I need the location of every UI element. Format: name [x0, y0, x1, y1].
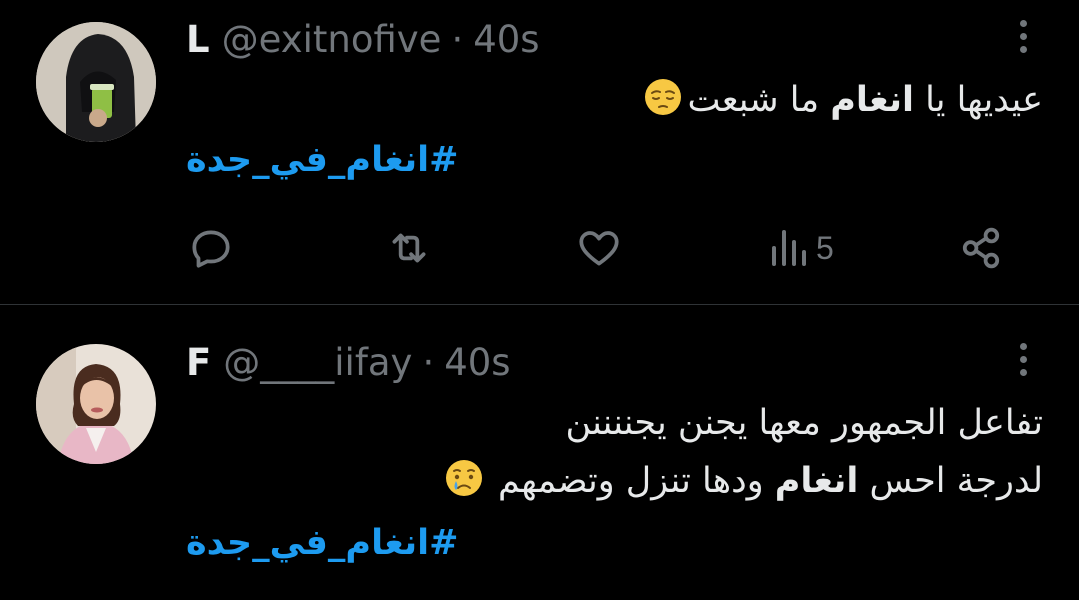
views-count: 5: [816, 229, 834, 266]
crying-face-icon: [446, 460, 483, 496]
retweet-button[interactable]: [384, 222, 434, 274]
reply-icon: [192, 230, 230, 268]
action-bar: 5: [186, 222, 1016, 274]
tweet-text: تفاعل الجمهور معها يجنن يجننننن لدرجة اح…: [186, 399, 1043, 505]
share-icon: [962, 227, 1000, 269]
tweet-text: عيديها يا انغام ما شبعت: [186, 76, 1043, 124]
pensive-face-icon: [645, 79, 682, 115]
text-line: تفاعل الجمهور معها يجنن يجننننن: [565, 403, 1043, 443]
share-button[interactable]: [956, 222, 1006, 274]
heart-icon: [579, 231, 619, 266]
more-options-icon[interactable]: [1019, 20, 1027, 60]
text-segment: لدرجة احس: [858, 461, 1043, 501]
username[interactable]: @exitnofive: [222, 18, 442, 62]
like-button[interactable]: [574, 222, 624, 274]
avatar[interactable]: [36, 344, 156, 464]
text-bold: انغام: [830, 80, 914, 120]
timestamp[interactable]: 40s: [473, 18, 539, 62]
tweet[interactable]: L @exitnofive · 40s عيديها يا انغام ما ش…: [0, 0, 1079, 305]
display-name[interactable]: F: [186, 341, 211, 385]
retweet-icon: [392, 233, 426, 263]
separator: ·: [422, 341, 435, 384]
tweet-header: F @____iifay · 40s: [186, 341, 511, 385]
hashtag-link[interactable]: #انغام_في_جدة: [186, 519, 458, 567]
timestamp[interactable]: 40s: [444, 341, 510, 385]
more-options-icon[interactable]: [1019, 343, 1027, 383]
avatar[interactable]: [36, 22, 156, 142]
hashtag-link[interactable]: #انغام_في_جدة: [186, 136, 458, 184]
views-chart-icon: [772, 230, 806, 266]
text-segment: ودها تنزل وتضمهم: [498, 461, 775, 501]
tweet-header: L @exitnofive · 40s: [186, 18, 540, 62]
reply-button[interactable]: [186, 222, 236, 274]
tweet[interactable]: F @____iifay · 40s تفاعل الجمهور معها يج…: [0, 305, 1079, 600]
text-bold: انغام: [774, 461, 859, 501]
username[interactable]: @____iifay: [223, 341, 412, 385]
text-segment: عيديها يا: [913, 80, 1043, 120]
views-button[interactable]: 5: [768, 222, 834, 274]
display-name[interactable]: L: [186, 18, 210, 62]
separator: ·: [451, 18, 464, 61]
text-segment: ما شبعت: [687, 80, 831, 120]
